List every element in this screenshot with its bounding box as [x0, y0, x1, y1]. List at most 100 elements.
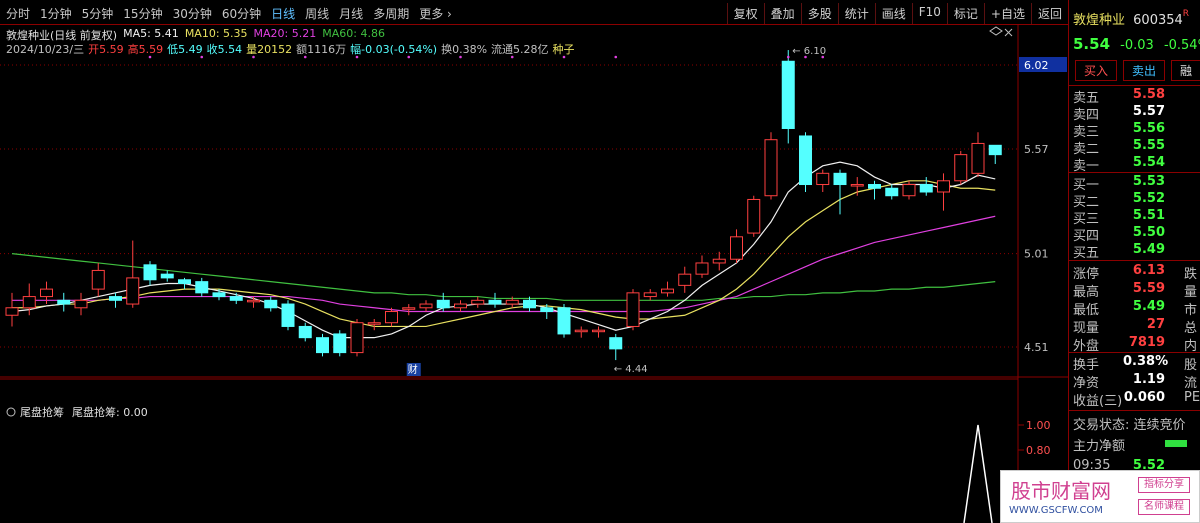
stat-3-label: 现量 [1073, 321, 1100, 336]
period-tab-0[interactable]: 分时 [6, 5, 30, 22]
stat2-2-extra: PE [1184, 390, 1200, 405]
change-label: 幅-0.03(-0.54%) [350, 43, 438, 56]
divider [1069, 352, 1200, 353]
period-tab-5[interactable]: 60分钟 [222, 5, 261, 22]
open-label: 开5.59 [88, 43, 124, 56]
stat-1-extra: 量 [1184, 285, 1198, 300]
candle-body [126, 277, 140, 305]
ask-level-1-value: 5.54 [1132, 155, 1165, 170]
stat-2-extra: 市 [1184, 303, 1198, 318]
ask-level-5[interactable]: 卖五 5.58 [1073, 87, 1199, 106]
stat-2-label: 最低 [1073, 303, 1100, 318]
stat2-1[interactable]: 净资 1.19 流 [1073, 372, 1199, 391]
bid-level-1[interactable]: 买一 5.53 [1073, 174, 1199, 193]
candle-body [488, 299, 502, 305]
divider [1069, 260, 1200, 261]
volume-label: 量20152 [246, 43, 293, 56]
candle-body [264, 299, 278, 309]
divider [1069, 172, 1200, 173]
period-tab-6[interactable]: 日线 [271, 5, 295, 22]
candle-body [91, 269, 105, 290]
candle-body [868, 184, 881, 189]
candle-body [333, 333, 347, 354]
period-tab-3[interactable]: 15分钟 [123, 5, 162, 22]
tool-button-5[interactable]: F10 [911, 3, 947, 24]
tool-button-6[interactable]: 标记 [946, 3, 984, 24]
stat-1[interactable]: 最高 5.59 量 [1073, 281, 1199, 300]
stat-0-extra: 跌 [1184, 267, 1198, 282]
candle-body [109, 296, 122, 301]
indicator-spike [963, 424, 993, 523]
tool-buttons: 复权 叠加 多股 统计 画线 F10 标记 +自选 返回 [726, 3, 1068, 24]
kline-chart[interactable]: 6.025.575.014.516.02← 6.10← 4.44财1.000.8… [0, 25, 1068, 523]
ask-level-2[interactable]: 卖二 5.55 [1073, 138, 1199, 157]
stat2-0[interactable]: 换手 0.38% 股 [1073, 354, 1199, 373]
stat-4-value: 7819 [1128, 335, 1165, 350]
bid-level-3[interactable]: 买三 5.51 [1073, 208, 1199, 227]
tool-button-1[interactable]: 叠加 [763, 3, 801, 24]
stat-1-label: 最高 [1073, 285, 1100, 300]
watermark-tag-share[interactable]: 指标分享 [1138, 477, 1190, 493]
ask-level-2-value: 5.55 [1132, 138, 1165, 153]
bid-level-5-value: 5.49 [1132, 242, 1165, 257]
stat-4[interactable]: 外盘 7819 内 [1073, 335, 1199, 354]
stock-name: 敦煌种业 [1073, 13, 1126, 28]
tool-button-0[interactable]: 复权 [726, 3, 764, 24]
ask-level-4[interactable]: 卖四 5.57 [1073, 104, 1199, 123]
main-flow-row[interactable]: 主力净额 [1073, 435, 1199, 454]
ask-level-1[interactable]: 卖一 5.54 [1073, 155, 1199, 174]
sell-button[interactable]: 卖出 [1123, 60, 1166, 81]
price-tick-label: 5.01 [1024, 248, 1049, 261]
stat2-2[interactable]: 收益(三) 0.060 PE [1073, 390, 1200, 409]
bid-level-5-label: 买五 [1073, 246, 1100, 261]
indicator-value: 尾盘抢筹: 0.00 [72, 405, 148, 419]
candle-body [988, 144, 1002, 156]
candle-body [281, 303, 295, 327]
watermark-tag-course[interactable]: 名师课程 [1138, 499, 1190, 515]
candle-body [885, 187, 899, 197]
candle-body [850, 184, 864, 187]
stat2-1-extra: 流 [1184, 376, 1198, 391]
period-tab-7[interactable]: 周线 [305, 5, 329, 22]
stat-0[interactable]: 涨停 6.13 跌 [1073, 263, 1199, 282]
candle-body [471, 299, 485, 305]
period-tab-8[interactable]: 月线 [339, 5, 363, 22]
candle-body [764, 139, 778, 197]
signal-dot [614, 55, 618, 59]
period-tab-10[interactable]: 更多 › [419, 5, 452, 22]
sector-label[interactable]: 种子 [553, 41, 575, 57]
main-flow-label: 主力净额 [1073, 439, 1126, 454]
low-label: 低5.49 [167, 43, 203, 56]
candle-body [661, 288, 674, 294]
watermark: 股市财富网 WWW.GSCFW.COM 指标分享 名师课程 [1000, 470, 1200, 523]
period-tab-4[interactable]: 30分钟 [173, 5, 212, 22]
candle-body [781, 60, 795, 129]
margin-flag: R [1182, 9, 1190, 19]
bid-level-5[interactable]: 买五 5.49 [1073, 242, 1199, 261]
current-price-label: 6.02 [1024, 59, 1049, 72]
tool-button-8[interactable]: 返回 [1030, 3, 1068, 24]
candle-body [212, 292, 226, 298]
candle-body [643, 292, 657, 298]
stat-2-value: 5.49 [1132, 299, 1165, 314]
period-tab-1[interactable]: 1分钟 [40, 5, 72, 22]
tool-button-3[interactable]: 统计 [837, 3, 875, 24]
margin-button[interactable]: 融 [1171, 60, 1200, 81]
divider [1069, 410, 1200, 411]
buy-button[interactable]: 买入 [1075, 60, 1118, 81]
tool-button-2[interactable]: 多股 [800, 3, 838, 24]
candle-body [678, 273, 692, 286]
stat-2[interactable]: 最低 5.49 市 [1073, 299, 1199, 318]
signal-dot [786, 55, 790, 59]
ask-level-5-value: 5.58 [1132, 87, 1165, 102]
period-tab-9[interactable]: 多周期 [373, 5, 409, 22]
candle-body [833, 172, 847, 186]
tool-button-4[interactable]: 画线 [874, 3, 912, 24]
stat-0-label: 涨停 [1073, 267, 1100, 282]
bid-level-2[interactable]: 买二 5.52 [1073, 191, 1199, 210]
bid-level-4[interactable]: 买四 5.50 [1073, 225, 1199, 244]
period-tab-2[interactable]: 5分钟 [82, 5, 114, 22]
tool-button-7[interactable]: +自选 [983, 3, 1031, 24]
stat-3[interactable]: 现量 27 总 [1073, 317, 1199, 336]
ask-level-3[interactable]: 卖三 5.56 [1073, 121, 1199, 140]
